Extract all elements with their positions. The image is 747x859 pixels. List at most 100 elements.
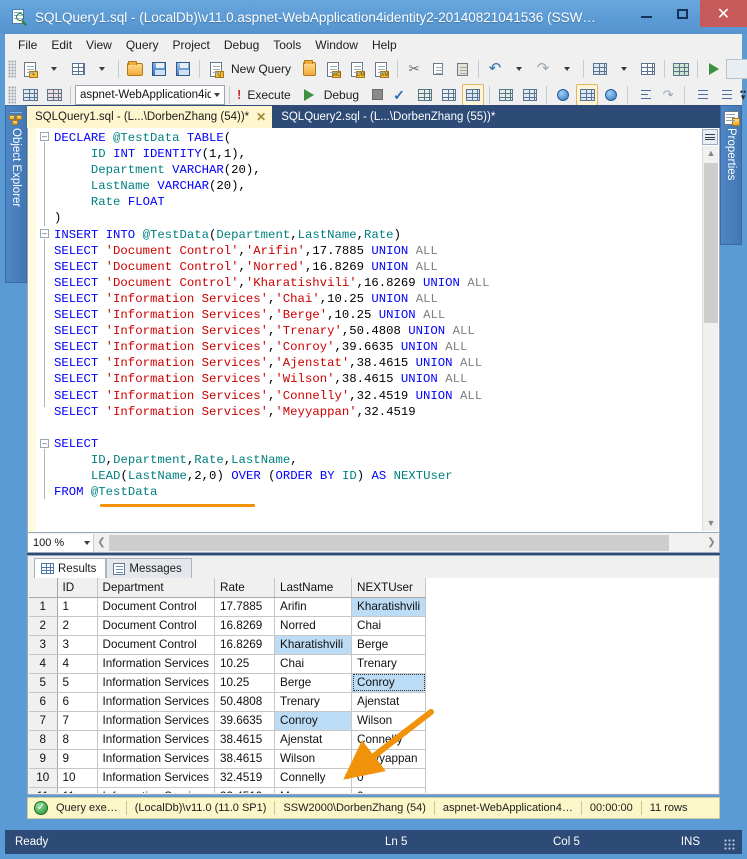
sql-code-editor[interactable]: – – – DECLARE @TestData TABLE( ID INT ID… <box>27 128 720 533</box>
cell-id[interactable]: 2 <box>57 616 98 636</box>
cell-lastname[interactable]: Trenary <box>274 692 353 712</box>
cell-department[interactable]: Document Control <box>97 616 216 636</box>
cell-id[interactable]: 5 <box>57 673 98 693</box>
editor-scroll-thumb[interactable] <box>704 163 718 323</box>
undo-dropdown[interactable] <box>508 58 530 80</box>
debug-play-icon[interactable] <box>298 84 320 106</box>
table-row[interactable]: 9 9 Information Services 38.4615 Wilson … <box>29 749 427 769</box>
display-estimated-execution-plan-button[interactable] <box>414 84 436 106</box>
start-debugging-button[interactable] <box>703 58 725 80</box>
tab-results[interactable]: Results <box>34 558 107 578</box>
row-number[interactable]: 10 <box>29 768 58 788</box>
split-editor-button[interactable] <box>702 129 718 145</box>
comment-selection-button[interactable] <box>633 84 655 106</box>
row-number[interactable]: 8 <box>29 730 58 750</box>
new-analysis-services-xmla-query-button[interactable]: XM <box>370 58 392 80</box>
cell-rate[interactable]: 32.4519 <box>214 787 276 793</box>
new-item-dropdown[interactable] <box>91 58 113 80</box>
table-row[interactable]: 2 2 Document Control 16.8269 Norred Chai <box>29 616 427 636</box>
new-project-button[interactable]: + <box>19 58 41 80</box>
cell-rate[interactable]: 32.4519 <box>214 768 276 788</box>
redo-dropdown[interactable] <box>556 58 578 80</box>
open-file-button[interactable] <box>124 58 146 80</box>
chevron-down-icon[interactable] <box>211 92 224 97</box>
table-row[interactable]: 7 7 Information Services 39.6635 Conroy … <box>29 711 427 731</box>
cell-rate[interactable]: 16.8269 <box>214 635 276 655</box>
cell-id[interactable]: 6 <box>57 692 98 712</box>
cell-nextuser[interactable]: Ajenstat <box>351 692 427 712</box>
row-number[interactable]: 11 <box>29 787 58 793</box>
debug-label[interactable]: Debug <box>321 88 365 102</box>
sidebar-item-properties[interactable]: Properties <box>720 105 742 245</box>
cell-lastname[interactable]: Berge <box>274 673 353 693</box>
new-item-button[interactable] <box>67 58 89 80</box>
cell-department[interactable]: Information Services <box>97 787 216 793</box>
row-number[interactable]: 4 <box>29 654 58 674</box>
menu-item-project[interactable]: Project <box>166 35 217 55</box>
fold-marker-insert[interactable]: – <box>40 229 49 238</box>
cell-lastname[interactable]: Norred <box>274 616 353 636</box>
menu-item-query[interactable]: Query <box>119 35 166 55</box>
sql-toolbar-grip-icon[interactable] <box>8 85 16 104</box>
save-all-button[interactable] <box>172 58 194 80</box>
cell-id[interactable]: 9 <box>57 749 98 769</box>
redo-button[interactable]: ↷ <box>532 58 554 80</box>
results-to-file-button[interactable] <box>600 84 622 106</box>
disconnect-button[interactable] <box>43 84 65 106</box>
table-row[interactable]: 8 8 Information Services 38.4615 Ajensta… <box>29 730 427 750</box>
navigate-backward-button[interactable] <box>589 58 611 80</box>
increase-indent-button[interactable] <box>714 84 736 106</box>
cell-lastname[interactable]: Meyyappan <box>274 787 353 793</box>
table-row[interactable]: 11 11 Information Services 32.4519 Meyya… <box>29 787 427 793</box>
cell-nextuser[interactable]: Trenary <box>351 654 427 674</box>
new-query-label[interactable]: New Query <box>228 62 297 76</box>
cell-nextuser[interactable]: Conroy <box>351 673 427 693</box>
query-options-button[interactable] <box>438 84 460 106</box>
results-to-text-button[interactable] <box>462 83 485 106</box>
cancel-executing-query-button[interactable] <box>366 84 388 106</box>
row-number[interactable]: 9 <box>29 749 58 769</box>
editor-zoom-combo[interactable]: 100 % <box>28 533 94 552</box>
cell-id[interactable]: 8 <box>57 730 98 750</box>
menu-item-window[interactable]: Window <box>308 35 365 55</box>
editor-horizontal-scrollbar[interactable] <box>109 533 704 552</box>
cell-department[interactable]: Information Services <box>97 730 216 750</box>
menu-item-file[interactable]: File <box>11 35 44 55</box>
close-icon[interactable]: ✕ <box>256 110 266 124</box>
menu-item-tools[interactable]: Tools <box>266 35 308 55</box>
editor-vertical-scrollbar[interactable]: ▲ ▼ <box>702 146 718 531</box>
undo-button[interactable]: ↶ <box>484 58 506 80</box>
new-project-dropdown[interactable] <box>43 58 65 80</box>
cell-rate[interactable]: 50.4808 <box>214 692 276 712</box>
tab-messages[interactable]: Messages <box>106 558 192 578</box>
cell-id[interactable]: 11 <box>57 787 98 793</box>
scroll-down-icon[interactable]: ▼ <box>703 516 719 531</box>
sql-code-text[interactable]: DECLARE @TestData TABLE( ID INT IDENTITY… <box>54 130 701 532</box>
toolbar-grip-icon[interactable] <box>8 60 16 78</box>
row-number[interactable]: 7 <box>29 711 58 731</box>
new-database-engine-query-button[interactable] <box>298 58 320 80</box>
table-row[interactable]: 1 1 Document Control 17.7885 Arifin Khar… <box>29 597 427 617</box>
connect-button[interactable] <box>19 84 41 106</box>
cell-nextuser[interactable]: Chai <box>351 616 427 636</box>
cell-nextuser[interactable]: Connelly <box>351 730 427 750</box>
row-number[interactable]: 6 <box>29 692 58 712</box>
maximize-button[interactable] <box>664 0 700 27</box>
scroll-left-icon[interactable]: ❮ <box>94 534 109 552</box>
cell-rate[interactable]: 10.25 <box>214 654 276 674</box>
results-grid[interactable]: ID Department Rate LastName NEXTUser 1 1… <box>29 578 427 793</box>
fold-marker-select[interactable]: – <box>40 439 49 448</box>
decrease-indent-button[interactable] <box>690 84 712 106</box>
new-analysis-services-dmx-query-button[interactable]: DM <box>346 58 368 80</box>
editor-hscroll-thumb[interactable] <box>109 534 669 551</box>
table-row[interactable]: 6 6 Information Services 50.4808 Trenary… <box>29 692 427 712</box>
cell-department[interactable]: Information Services <box>97 654 216 674</box>
close-button[interactable]: ✕ <box>700 0 747 27</box>
cell-department[interactable]: Information Services <box>97 711 216 731</box>
cell-lastname[interactable]: Chai <box>274 654 353 674</box>
menu-item-help[interactable]: Help <box>365 35 404 55</box>
cell-department[interactable]: Document Control <box>97 635 216 655</box>
execute-icon[interactable]: ! <box>234 87 244 102</box>
sidebar-item-object-explorer[interactable]: Object Explorer <box>5 105 27 283</box>
scroll-right-icon[interactable]: ❯ <box>704 534 719 552</box>
